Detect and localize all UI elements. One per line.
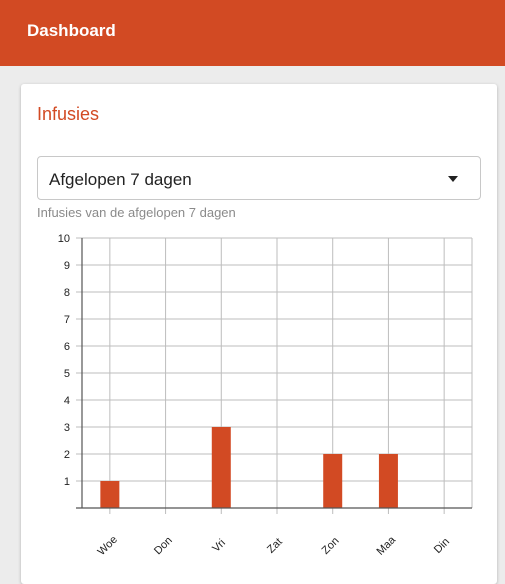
y-tick-label: 2	[64, 449, 70, 461]
y-tick-label: 9	[64, 260, 70, 272]
y-tick-label: 3	[64, 422, 70, 434]
x-tick-label: Vri	[210, 537, 228, 555]
y-tick-label: 5	[64, 368, 70, 380]
x-tick-label: Zon	[320, 535, 342, 557]
bar	[100, 481, 120, 508]
y-tick-label: 8	[64, 287, 70, 299]
bar	[211, 427, 231, 508]
app-title: Dashboard	[27, 21, 116, 40]
infusies-bar-chart: 1 2 3 4 5 6 7 8 9 10 Woe Don Vri Zat Zon Maa Din	[58, 233, 473, 558]
infusies-card: Infusies Afgelopen 7 dagen Infusies van …	[21, 84, 497, 584]
y-tick-label: 7	[64, 314, 70, 326]
y-tick-label: 1	[64, 476, 70, 488]
x-tick-label: Don	[152, 534, 175, 557]
y-tick-label: 4	[64, 395, 70, 407]
x-tick-label: Maa	[374, 533, 398, 557]
x-tick-label: Din	[432, 536, 452, 556]
x-tick-label: Zat	[265, 536, 285, 556]
bar	[323, 454, 343, 508]
y-tick-label: 10	[58, 233, 70, 245]
y-tick-label: 6	[64, 341, 70, 353]
x-tick-label: Woe	[96, 534, 120, 558]
bar	[378, 454, 398, 508]
app-bar: Dashboard	[0, 0, 505, 66]
